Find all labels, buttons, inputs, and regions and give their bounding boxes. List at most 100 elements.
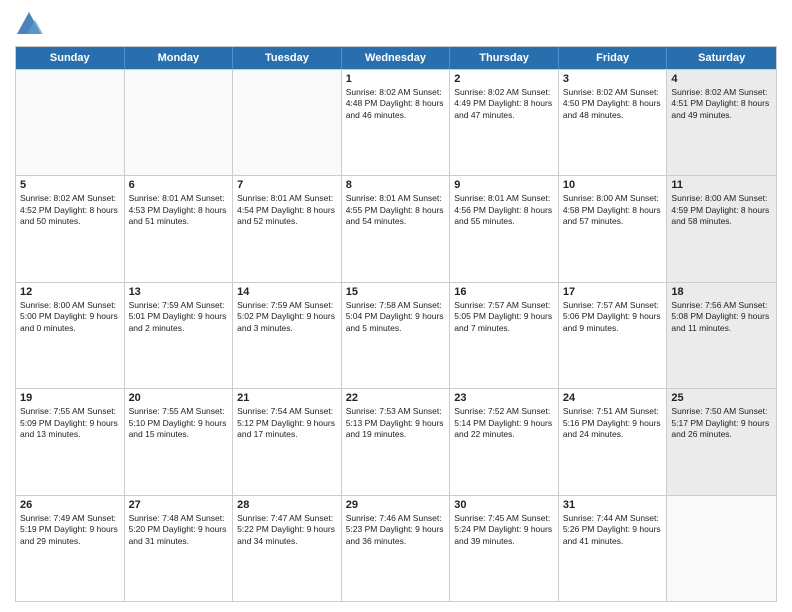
- day-info: Sunrise: 8:02 AM Sunset: 4:51 PM Dayligh…: [671, 87, 772, 121]
- logo-icon: [15, 10, 43, 38]
- day-cell-30: 30 Sunrise: 7:45 AM Sunset: 5:24 PM Dayli…: [450, 496, 559, 601]
- day-info: Sunrise: 8:01 AM Sunset: 4:55 PM Dayligh…: [346, 193, 446, 227]
- header-day-thursday: Thursday: [450, 47, 559, 69]
- day-number: 4: [671, 73, 772, 85]
- empty-cell: [667, 496, 776, 601]
- day-cell-11: 11 Sunrise: 8:00 AM Sunset: 4:59 PM Dayli…: [667, 176, 776, 281]
- day-info: Sunrise: 7:57 AM Sunset: 5:05 PM Dayligh…: [454, 300, 554, 334]
- day-number: 26: [20, 499, 120, 511]
- header-day-tuesday: Tuesday: [233, 47, 342, 69]
- day-number: 28: [237, 499, 337, 511]
- day-info: Sunrise: 7:55 AM Sunset: 5:10 PM Dayligh…: [129, 406, 229, 440]
- day-number: 7: [237, 179, 337, 191]
- day-number: 15: [346, 286, 446, 298]
- day-number: 20: [129, 392, 229, 404]
- day-cell-24: 24 Sunrise: 7:51 AM Sunset: 5:16 PM Dayli…: [559, 389, 668, 494]
- day-cell-3: 3 Sunrise: 8:02 AM Sunset: 4:50 PM Daylig…: [559, 70, 668, 175]
- day-number: 24: [563, 392, 663, 404]
- day-number: 14: [237, 286, 337, 298]
- day-cell-12: 12 Sunrise: 8:00 AM Sunset: 5:00 PM Dayli…: [16, 283, 125, 388]
- day-info: Sunrise: 7:59 AM Sunset: 5:02 PM Dayligh…: [237, 300, 337, 334]
- day-number: 27: [129, 499, 229, 511]
- day-cell-6: 6Sunrise: 8:01 AM Sunset: 4:53 PM Daylig…: [125, 176, 234, 281]
- day-number: 2: [454, 73, 554, 85]
- day-number: 3: [563, 73, 663, 85]
- day-info: Sunrise: 8:01 AM Sunset: 4:53 PM Dayligh…: [129, 193, 229, 227]
- day-info: Sunrise: 7:47 AM Sunset: 5:22 PM Dayligh…: [237, 513, 337, 547]
- header-day-saturday: Saturday: [667, 47, 776, 69]
- day-info: Sunrise: 8:01 AM Sunset: 4:56 PM Dayligh…: [454, 193, 554, 227]
- day-info: Sunrise: 7:57 AM Sunset: 5:06 PM Dayligh…: [563, 300, 663, 334]
- day-info: Sunrise: 7:59 AM Sunset: 5:01 PM Dayligh…: [129, 300, 229, 334]
- day-number: 29: [346, 499, 446, 511]
- day-cell-15: 15 Sunrise: 7:58 AM Sunset: 5:04 PM Dayli…: [342, 283, 451, 388]
- day-info: Sunrise: 8:00 AM Sunset: 5:00 PM Dayligh…: [20, 300, 120, 334]
- day-cell-16: 16 Sunrise: 7:57 AM Sunset: 5:05 PM Dayli…: [450, 283, 559, 388]
- day-cell-5: 5Sunrise: 8:02 AM Sunset: 4:52 PM Daylig…: [16, 176, 125, 281]
- day-cell-1: 1Sunrise: 8:02 AM Sunset: 4:48 PM Daylig…: [342, 70, 451, 175]
- day-cell-19: 19 Sunrise: 7:55 AM Sunset: 5:09 PM Dayli…: [16, 389, 125, 494]
- day-info: Sunrise: 8:00 AM Sunset: 4:59 PM Dayligh…: [671, 193, 772, 227]
- logo: [15, 10, 47, 38]
- header-day-friday: Friday: [559, 47, 668, 69]
- day-cell-26: 26Sunrise: 7:49 AM Sunset: 5:19 PM Dayli…: [16, 496, 125, 601]
- day-number: 9: [454, 179, 554, 191]
- calendar-body: 1Sunrise: 8:02 AM Sunset: 4:48 PM Daylig…: [16, 69, 776, 601]
- day-cell-22: 22Sunrise: 7:53 AM Sunset: 5:13 PM Dayli…: [342, 389, 451, 494]
- day-cell-18: 18Sunrise: 7:56 AM Sunset: 5:08 PM Dayli…: [667, 283, 776, 388]
- header-day-wednesday: Wednesday: [342, 47, 451, 69]
- week-row-4: 19 Sunrise: 7:55 AM Sunset: 5:09 PM Dayli…: [16, 388, 776, 494]
- day-info: Sunrise: 7:55 AM Sunset: 5:09 PM Dayligh…: [20, 406, 120, 440]
- day-info: Sunrise: 7:46 AM Sunset: 5:23 PM Dayligh…: [346, 513, 446, 547]
- week-row-5: 26Sunrise: 7:49 AM Sunset: 5:19 PM Dayli…: [16, 495, 776, 601]
- day-cell-31: 31 Sunrise: 7:44 AM Sunset: 5:26 PM Dayli…: [559, 496, 668, 601]
- day-cell-29: 29 Sunrise: 7:46 AM Sunset: 5:23 PM Dayli…: [342, 496, 451, 601]
- day-cell-27: 27 Sunrise: 7:48 AM Sunset: 5:20 PM Dayli…: [125, 496, 234, 601]
- day-info: Sunrise: 7:51 AM Sunset: 5:16 PM Dayligh…: [563, 406, 663, 440]
- day-info: Sunrise: 7:53 AM Sunset: 5:13 PM Dayligh…: [346, 406, 446, 440]
- day-cell-23: 23 Sunrise: 7:52 AM Sunset: 5:14 PM Dayli…: [450, 389, 559, 494]
- header-day-monday: Monday: [125, 47, 234, 69]
- header-day-sunday: Sunday: [16, 47, 125, 69]
- day-info: Sunrise: 7:56 AM Sunset: 5:08 PM Dayligh…: [671, 300, 772, 334]
- day-number: 5: [20, 179, 120, 191]
- day-number: 23: [454, 392, 554, 404]
- day-info: Sunrise: 7:48 AM Sunset: 5:20 PM Dayligh…: [129, 513, 229, 547]
- week-row-2: 5Sunrise: 8:02 AM Sunset: 4:52 PM Daylig…: [16, 175, 776, 281]
- day-cell-7: 7 Sunrise: 8:01 AM Sunset: 4:54 PM Daylig…: [233, 176, 342, 281]
- empty-cell: [233, 70, 342, 175]
- day-number: 16: [454, 286, 554, 298]
- day-number: 30: [454, 499, 554, 511]
- week-row-3: 12 Sunrise: 8:00 AM Sunset: 5:00 PM Dayli…: [16, 282, 776, 388]
- calendar-header-row: SundayMondayTuesdayWednesdayThursdayFrid…: [16, 47, 776, 69]
- day-number: 31: [563, 499, 663, 511]
- day-number: 12: [20, 286, 120, 298]
- day-cell-14: 14 Sunrise: 7:59 AM Sunset: 5:02 PM Dayli…: [233, 283, 342, 388]
- day-info: Sunrise: 7:58 AM Sunset: 5:04 PM Dayligh…: [346, 300, 446, 334]
- day-info: Sunrise: 8:02 AM Sunset: 4:49 PM Dayligh…: [454, 87, 554, 121]
- day-number: 13: [129, 286, 229, 298]
- day-info: Sunrise: 8:02 AM Sunset: 4:50 PM Dayligh…: [563, 87, 663, 121]
- day-number: 25: [671, 392, 772, 404]
- day-cell-17: 17 Sunrise: 7:57 AM Sunset: 5:06 PM Dayli…: [559, 283, 668, 388]
- day-info: Sunrise: 7:45 AM Sunset: 5:24 PM Dayligh…: [454, 513, 554, 547]
- day-number: 11: [671, 179, 772, 191]
- day-cell-28: 28 Sunrise: 7:47 AM Sunset: 5:22 PM Dayli…: [233, 496, 342, 601]
- page: SundayMondayTuesdayWednesdayThursdayFrid…: [0, 0, 792, 612]
- day-info: Sunrise: 7:52 AM Sunset: 5:14 PM Dayligh…: [454, 406, 554, 440]
- header: [15, 10, 777, 38]
- day-info: Sunrise: 8:00 AM Sunset: 4:58 PM Dayligh…: [563, 193, 663, 227]
- day-number: 17: [563, 286, 663, 298]
- day-cell-13: 13 Sunrise: 7:59 AM Sunset: 5:01 PM Dayli…: [125, 283, 234, 388]
- calendar: SundayMondayTuesdayWednesdayThursdayFrid…: [15, 46, 777, 602]
- empty-cell: [125, 70, 234, 175]
- day-number: 21: [237, 392, 337, 404]
- day-number: 19: [20, 392, 120, 404]
- day-info: Sunrise: 8:02 AM Sunset: 4:48 PM Dayligh…: [346, 87, 446, 121]
- day-cell-4: 4 Sunrise: 8:02 AM Sunset: 4:51 PM Daylig…: [667, 70, 776, 175]
- day-cell-10: 10Sunrise: 8:00 AM Sunset: 4:58 PM Dayli…: [559, 176, 668, 281]
- day-info: Sunrise: 7:50 AM Sunset: 5:17 PM Dayligh…: [671, 406, 772, 440]
- day-info: Sunrise: 8:01 AM Sunset: 4:54 PM Dayligh…: [237, 193, 337, 227]
- empty-cell: [16, 70, 125, 175]
- day-info: Sunrise: 7:44 AM Sunset: 5:26 PM Dayligh…: [563, 513, 663, 547]
